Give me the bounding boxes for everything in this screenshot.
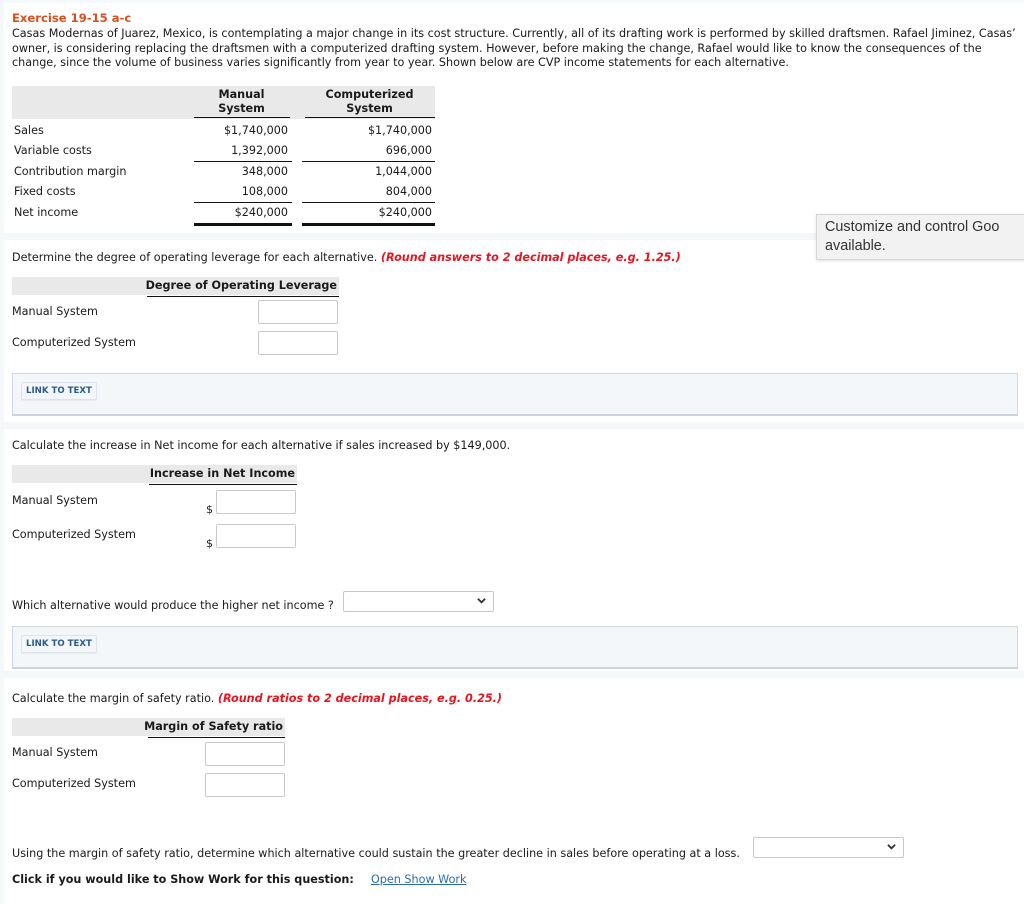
margin-of-safety-section [4,678,1024,904]
exercise-title: Exercise 19-15 a-c [12,11,132,25]
table-row: Sales $1,740,000 $1,740,000 [14,124,432,137]
divider [194,117,290,118]
increase-question: Calculate the increase in Net income for… [12,439,511,452]
table-row: Contribution margin 348,000 1,044,000 [14,165,432,178]
link-to-text-button[interactable]: LINK TO TEXT [21,382,97,400]
col-header-manual: Manual System [218,88,265,115]
table-row: Fixed costs 108,000 804,000 [14,185,432,198]
dol-question: Determine the degree of operating levera… [12,251,681,264]
mos-column-header: Margin of Safety ratio [12,718,285,738]
chevron-down-icon [477,598,486,604]
currency-symbol: $ [206,503,213,516]
divider [149,484,297,485]
decline-select[interactable] [753,837,904,858]
dol-manual-input[interactable] [258,300,338,324]
decline-question: Using the margin of safety ratio, determ… [12,847,740,860]
table-row: Net income $240,000 $240,000 [14,206,432,219]
problem-intro: Casas Modernas of Juarez, Mexico, is con… [12,27,1016,70]
link-panel-1: LINK TO TEXT [12,373,1018,416]
show-work-label: Click if you would like to Show Work for… [12,873,354,886]
divider [194,161,292,162]
link-panel-2: LINK TO TEXT [12,626,1018,669]
double-underline [302,223,435,226]
increase-computerized-label: Computerized System [12,528,136,541]
divider [302,202,435,203]
divider [194,202,292,203]
dol-computerized-label: Computerized System [12,336,136,349]
increase-manual-input[interactable] [216,490,296,514]
open-show-work-link[interactable]: Open Show Work [371,873,467,886]
divider [148,737,285,738]
browser-tooltip: Customize and control Goo available. [816,214,1024,260]
increase-column-header: Increase in Net Income [12,465,297,485]
chevron-down-icon [887,844,896,850]
table-row: Variable costs 1,392,000 696,000 [14,144,432,157]
dol-column-header: Degree of Operating Leverage [12,277,339,297]
divider [147,296,339,297]
mos-question: Calculate the margin of safety ratio. (R… [12,692,503,705]
divider [305,117,435,118]
rounding-hint: (Round ratios to 2 decimal places, e.g. … [217,692,503,705]
divider [302,161,435,162]
double-underline [194,223,292,226]
dol-computerized-input[interactable] [258,331,338,355]
higher-income-question: Which alternative would produce the high… [12,599,334,612]
mos-computerized-label: Computerized System [12,777,136,790]
mos-manual-label: Manual System [12,746,98,759]
increase-computerized-input[interactable] [216,524,296,548]
col-header-computerized: Computerized System [325,88,414,115]
mos-manual-input[interactable] [205,742,285,766]
increase-manual-label: Manual System [12,494,98,507]
dol-manual-label: Manual System [12,305,98,318]
rounding-hint: (Round answers to 2 decimal places, e.g.… [380,251,681,264]
higher-income-select[interactable] [343,591,494,612]
mos-computerized-input[interactable] [205,773,285,797]
currency-symbol: $ [206,537,213,550]
link-to-text-button[interactable]: LINK TO TEXT [21,635,97,653]
